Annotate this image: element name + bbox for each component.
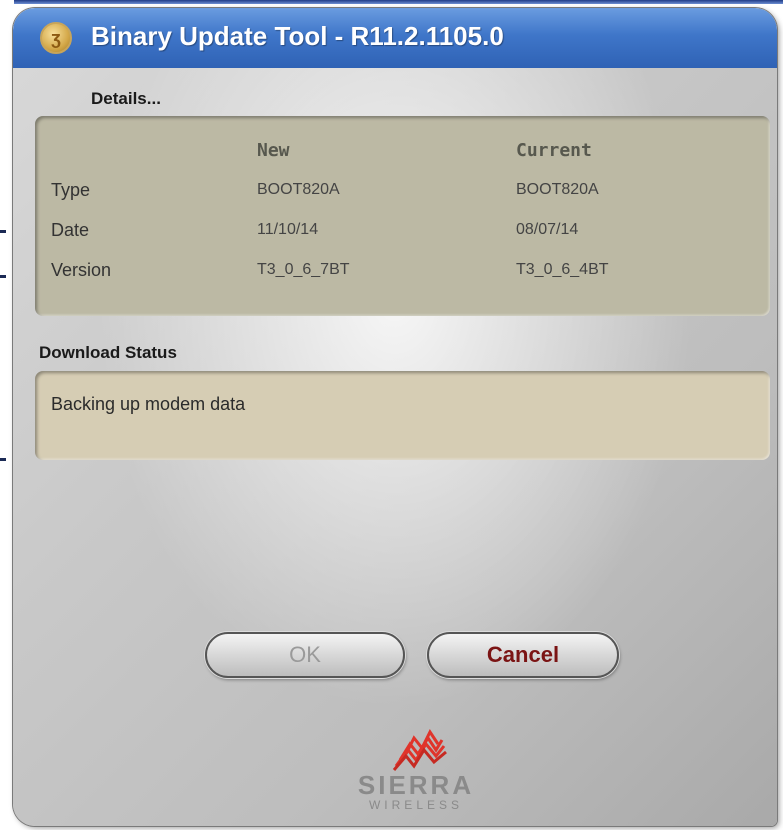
details-panel: New Current Type BOOT820A BOOT820A Date … [35, 116, 770, 316]
logo-word-wireless: WIRELESS [368, 798, 463, 812]
type-new-value: BOOT820A [257, 181, 340, 198]
type-current-value: BOOT820A [516, 181, 599, 198]
row-label-type: Type [51, 180, 91, 200]
logo-word-sierra: SIERRA [357, 770, 475, 800]
download-status-panel: Backing up modem data [35, 371, 770, 460]
window-title: Binary Update Tool - R11.2.1105.0 [91, 21, 504, 51]
sierra-wireless-logo: SIERRA WIRELESS [356, 726, 476, 818]
download-status-text: Backing up modem data [51, 394, 246, 414]
desktop-edge-mark [0, 275, 6, 278]
desktop-edge-mark [0, 230, 6, 233]
date-current-value: 08/07/14 [516, 221, 579, 238]
column-header-new: New [257, 140, 290, 161]
details-heading: Details... [91, 89, 161, 108]
cancel-button[interactable]: Cancel [427, 632, 619, 678]
date-new-value: 11/10/14 [257, 221, 319, 238]
version-current-value: T3_0_6_4BT [516, 261, 609, 278]
desktop-top-edge [14, 0, 783, 4]
download-status-heading: Download Status [39, 343, 177, 362]
column-header-current: Current [516, 140, 592, 161]
title-bar[interactable]: ʒ Binary Update Tool - R11.2.1105.0 [13, 8, 777, 68]
sierra-app-icon: ʒ [40, 22, 72, 54]
desktop-background-strip [0, 0, 14, 830]
version-new-value: T3_0_6_7BT [257, 261, 350, 278]
sierra-wireless-wave-icon [392, 729, 447, 771]
row-label-version: Version [51, 260, 112, 280]
desktop-edge-mark [0, 458, 6, 461]
row-label-date: Date [51, 220, 90, 240]
ok-button[interactable]: OK [205, 632, 405, 678]
binary-update-dialog: ʒ Binary Update Tool - R11.2.1105.0 Deta… [13, 8, 777, 826]
